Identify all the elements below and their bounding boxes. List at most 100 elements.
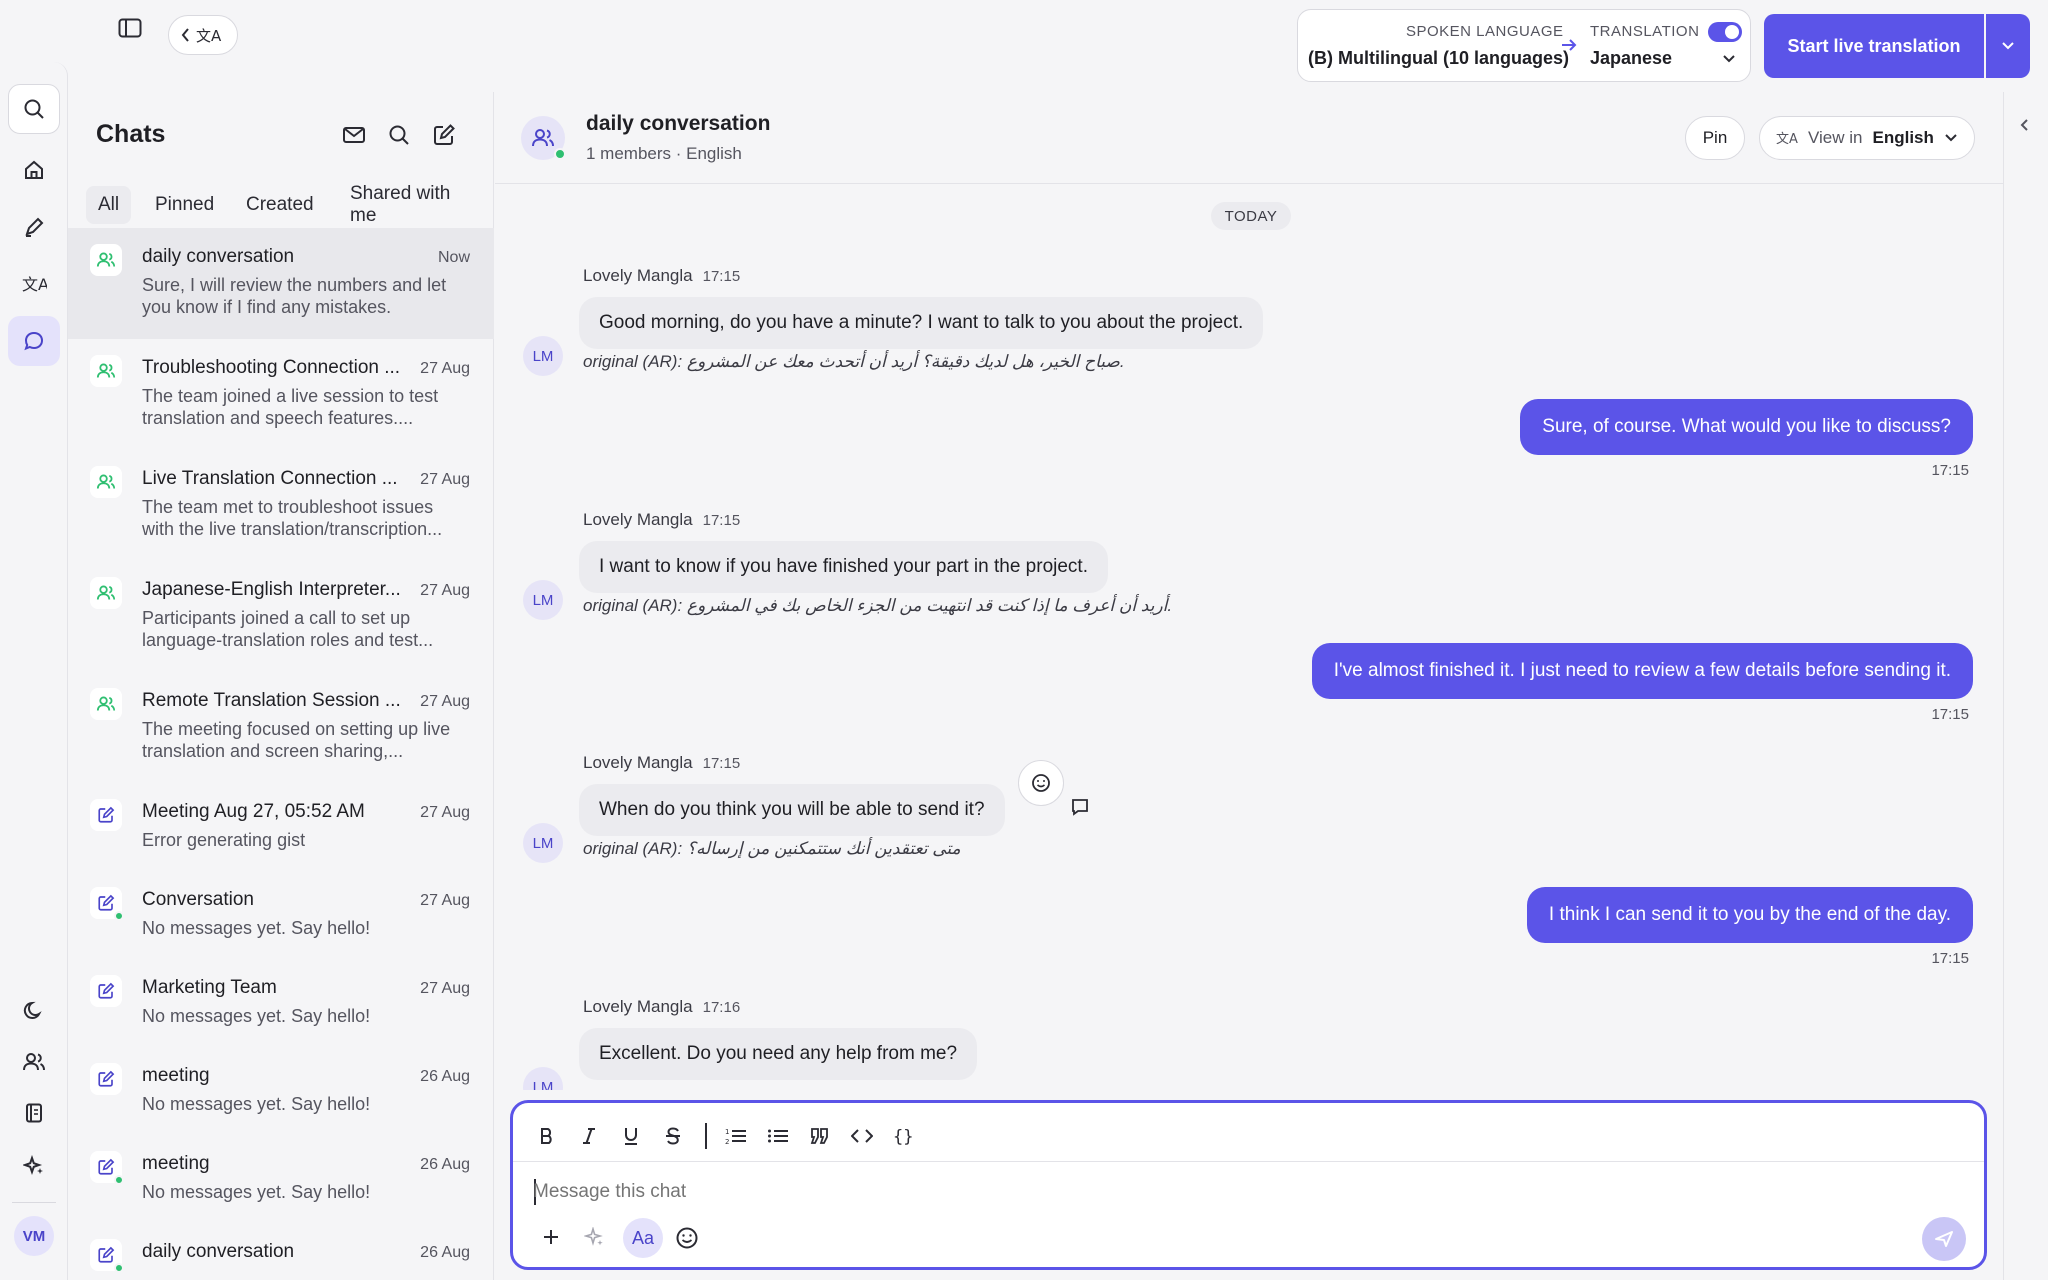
- sparkle-icon[interactable]: [584, 1227, 604, 1247]
- users-icon: [23, 1053, 45, 1071]
- message-time: 17:15: [702, 512, 741, 529]
- book-icon: [26, 1103, 42, 1123]
- chat-preview: No messages yet. Say hello!: [142, 1094, 371, 1114]
- underline-icon[interactable]: [616, 1121, 646, 1151]
- tab-created[interactable]: Created: [234, 186, 326, 224]
- notes-button[interactable]: [8, 202, 60, 252]
- chat-time: 26 Aug: [420, 1068, 470, 1085]
- emoji-icon[interactable]: [675, 1226, 699, 1250]
- sparkle-icon: [23, 1155, 43, 1176]
- mail-icon[interactable]: [342, 125, 366, 145]
- chat-name: Meeting Aug 27, 05:52 AM: [142, 801, 365, 822]
- message-time: 17:15: [1931, 950, 1969, 967]
- chat-list-item[interactable]: Troubleshooting Connection ... 27 Aug The …: [68, 339, 494, 450]
- numbered-list-icon[interactable]: 12: [721, 1121, 751, 1151]
- chat-preview: Sure, I will review the numbers and let …: [142, 275, 447, 317]
- chat-list-item[interactable]: Conversation 27 Aug No messages yet. Say h…: [68, 871, 494, 959]
- chat-time: 27 Aug: [420, 980, 470, 997]
- plus-icon[interactable]: [541, 1227, 561, 1247]
- chat-preview: The meeting focused on setting up live t…: [142, 719, 451, 761]
- chat-list-item[interactable]: meeting 26 Aug No messages yet. Say hello!: [68, 1047, 494, 1135]
- live-options-button[interactable]: [1986, 14, 2030, 78]
- sender-avatar[interactable]: LM: [523, 823, 563, 863]
- chat-list-item[interactable]: Remote Translation Session ... 27 Aug The …: [68, 672, 494, 783]
- translate-button[interactable]: 文A: [8, 259, 60, 309]
- chat-list-item[interactable]: Meeting Aug 27, 05:52 AM 27 Aug Error gene…: [68, 783, 494, 871]
- edit-chat-icon: [90, 1063, 122, 1095]
- start-live-translation-button[interactable]: Start live translation: [1764, 14, 1984, 78]
- incoming-message[interactable]: When do you think you will be able to se…: [579, 784, 1005, 836]
- original-text: original (AR): متى تعتقدين أنك ستتمكنين …: [583, 839, 961, 858]
- contacts-button[interactable]: [8, 1037, 60, 1087]
- library-button[interactable]: [8, 1088, 60, 1138]
- chat-name: daily conversation: [142, 1241, 295, 1262]
- chat-name: Japanese-English Interpreter...: [142, 579, 401, 600]
- group-chat-icon: [90, 688, 122, 720]
- code-icon[interactable]: [847, 1121, 877, 1151]
- bullet-list-icon[interactable]: [763, 1121, 793, 1151]
- ai-button[interactable]: [8, 1141, 60, 1191]
- edit-chat-icon: [90, 975, 122, 1007]
- online-dot: [114, 911, 124, 921]
- bold-icon[interactable]: [532, 1121, 562, 1151]
- add-reaction-button[interactable]: [1018, 760, 1064, 806]
- dark-mode-button[interactable]: [8, 986, 60, 1036]
- incoming-message[interactable]: Good morning, do you have a minute? I wa…: [579, 297, 1264, 349]
- tab-pinned[interactable]: Pinned: [143, 186, 226, 224]
- chat-list-item[interactable]: Marketing Team 27 Aug No messages yet. Say…: [68, 959, 494, 1047]
- translation-toggle[interactable]: [1708, 22, 1742, 42]
- chat-name: Marketing Team: [142, 977, 277, 998]
- translate-back-button[interactable]: 文A: [168, 15, 238, 55]
- message-time: 17:15: [1931, 706, 1969, 723]
- message-time: 17:16: [702, 999, 741, 1016]
- message-input[interactable]: [533, 1173, 1913, 1211]
- language-selector[interactable]: SPOKEN LANGUAGE (B) Multilingual (10 lan…: [1297, 9, 1751, 82]
- chat-list-item[interactable]: daily conversation Now Sure, I will review…: [68, 228, 494, 339]
- chats-button[interactable]: [8, 316, 60, 366]
- original-text: original (AR): صباح الخير، هل لديك دقيقة…: [583, 352, 1125, 371]
- rail-divider: [12, 1202, 56, 1203]
- chevron-left-icon[interactable]: [2018, 118, 2030, 132]
- user-avatar[interactable]: VM: [14, 1216, 54, 1256]
- format-toggle-button[interactable]: Aa: [623, 1218, 663, 1258]
- sender-avatar[interactable]: LM: [523, 580, 563, 620]
- search-icon[interactable]: [388, 124, 410, 146]
- chat-list-item[interactable]: Live Translation Connection ... 27 Aug The…: [68, 450, 494, 561]
- chat-list-item[interactable]: Japanese-English Interpreter... 27 Aug Par…: [68, 561, 494, 672]
- code-block-icon[interactable]: {}: [889, 1121, 919, 1151]
- tab-all[interactable]: All: [86, 186, 132, 224]
- send-button[interactable]: [1922, 1217, 1966, 1261]
- outgoing-message[interactable]: I've almost finished it. I just need to …: [1311, 643, 1973, 699]
- search-button[interactable]: [8, 84, 60, 134]
- sender-name: Lovely Mangla: [583, 510, 693, 529]
- chat-time: 27 Aug: [420, 693, 470, 710]
- svg-text:1: 1: [725, 1128, 729, 1136]
- chat-name: Remote Translation Session ...: [142, 690, 401, 711]
- incoming-message[interactable]: I want to know if you have finished your…: [579, 541, 1108, 593]
- tab-shared-with-me[interactable]: Shared with me: [338, 183, 493, 226]
- home-button[interactable]: [8, 145, 60, 195]
- emoji-add-icon: [1032, 774, 1050, 792]
- reply-in-thread-button[interactable]: [1069, 796, 1091, 818]
- outgoing-message[interactable]: I think I can send it to you by the end …: [1526, 887, 1973, 943]
- sender-avatar[interactable]: LM: [523, 1067, 563, 1090]
- strikethrough-icon[interactable]: [658, 1121, 688, 1151]
- outgoing-message[interactable]: Sure, of course. What would you like to …: [1520, 399, 1973, 455]
- sidebar-toggle-icon[interactable]: [116, 14, 144, 42]
- sender-avatar[interactable]: LM: [523, 336, 563, 376]
- chat-list-item[interactable]: meeting 26 Aug No messages yet. Say hello!: [68, 1135, 494, 1223]
- edit-chat-icon: [90, 799, 122, 831]
- chat-name: Live Translation Connection ...: [142, 468, 398, 489]
- home-icon: [25, 160, 43, 179]
- chat-name: Troubleshooting Connection ...: [142, 357, 401, 378]
- incoming-message[interactable]: Excellent. Do you need any help from me?: [579, 1028, 978, 1080]
- chat-bubble-icon: [24, 331, 44, 351]
- new-chat-icon[interactable]: [432, 123, 456, 147]
- italic-icon[interactable]: [574, 1121, 604, 1151]
- quote-icon[interactable]: [805, 1121, 835, 1151]
- send-icon: [1935, 1231, 1953, 1247]
- chat-list-item[interactable]: daily conversation 26 Aug: [68, 1223, 494, 1280]
- comment-icon: [1072, 799, 1088, 816]
- chat-preview: The team met to troubleshoot issues with…: [142, 497, 443, 539]
- translate-icon: 文A: [22, 275, 47, 294]
